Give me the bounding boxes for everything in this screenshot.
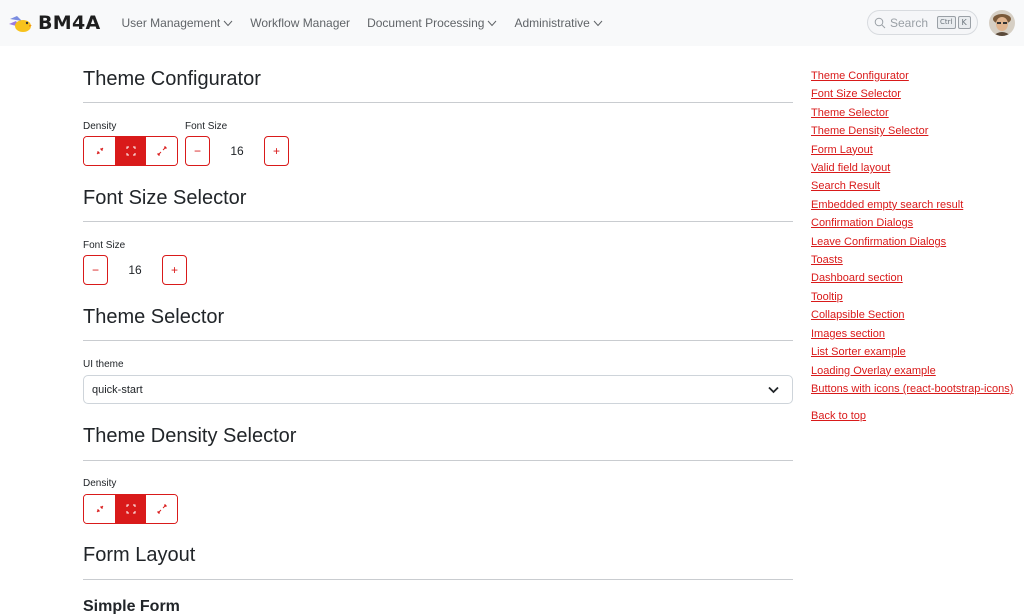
font-size-label: Font Size	[83, 240, 126, 251]
density-spacious-button[interactable]	[146, 137, 177, 165]
brand[interactable]: BM4A	[8, 12, 101, 34]
toc-link-theme-configurator[interactable]: Theme Configurator	[811, 67, 1016, 85]
density-normal-button[interactable]	[115, 495, 146, 523]
decrement-button[interactable]: −	[185, 136, 210, 166]
density-compact-button[interactable]	[84, 495, 115, 523]
search-label: Search	[890, 15, 929, 30]
section-title-theme-density-selector: Theme Density Selector	[83, 425, 297, 447]
brand-name: BM4A	[38, 12, 101, 34]
avatar-image	[989, 10, 1015, 36]
nav-item-label: Document Processing	[367, 16, 485, 30]
toc-link-embedded-empty-search-result[interactable]: Embedded empty search result	[811, 196, 1016, 214]
divider	[83, 221, 793, 222]
toc-link-search-result[interactable]: Search Result	[811, 177, 1016, 195]
nav-item-label: User Management	[121, 16, 221, 30]
font-size-stepper: − 16 +	[185, 136, 289, 166]
toc-link-buttons-with-icons[interactable]: Buttons with icons (react-bootstrap-icon…	[811, 380, 1016, 398]
font-size-value[interactable]: 16	[108, 263, 162, 277]
subsection-title-simple-form: Simple Form	[83, 598, 180, 614]
font-size-value[interactable]: 16	[210, 144, 264, 158]
toc-link-form-layout[interactable]: Form Layout	[811, 141, 1016, 159]
increment-button[interactable]: +	[264, 136, 289, 166]
fullscreen-icon	[126, 504, 135, 514]
toc-link-images-section[interactable]: Images section	[811, 325, 1016, 343]
nav-workflow-manager[interactable]: Workflow Manager	[250, 16, 350, 30]
back-to-top-link[interactable]: Back to top	[811, 410, 1016, 422]
toc-link-theme-density-selector[interactable]: Theme Density Selector	[811, 122, 1016, 140]
section-title-font-size-selector: Font Size Selector	[83, 187, 247, 209]
divider	[83, 340, 793, 341]
arrows-expand-icon	[157, 504, 166, 514]
divider	[83, 579, 793, 580]
nav-document-processing[interactable]: Document Processing	[367, 16, 497, 30]
table-of-contents: Theme Configurator Font Size Selector Th…	[811, 67, 1016, 422]
section-title-theme-selector: Theme Selector	[83, 306, 225, 328]
font-size-label: Font Size	[185, 121, 228, 132]
density-selector	[83, 494, 178, 524]
top-navbar: BM4A User Management Workflow Manager Do…	[0, 0, 1024, 46]
toc-link-dashboard-section[interactable]: Dashboard section	[811, 269, 1016, 287]
arrows-expand-icon	[157, 146, 166, 156]
main-nav: User Management Workflow Manager Documen…	[122, 16, 620, 30]
toc-link-toasts[interactable]: Toasts	[811, 251, 1016, 269]
chevron-down-icon	[488, 20, 497, 26]
shortcut-k-key: K	[957, 16, 971, 29]
user-avatar[interactable]	[989, 10, 1015, 36]
toc-link-tooltip[interactable]: Tooltip	[811, 288, 1016, 306]
chevron-down-icon	[223, 20, 233, 26]
density-compact-button[interactable]	[84, 137, 115, 165]
decrement-button[interactable]: −	[83, 255, 108, 285]
search-button[interactable]: Search Ctrl K	[867, 10, 978, 35]
ui-theme-select[interactable]: quick-start	[83, 375, 793, 404]
density-label: Density	[83, 478, 117, 489]
ui-theme-value: quick-start	[92, 383, 143, 396]
shortcut-ctrl-key: Ctrl	[937, 16, 956, 29]
toc-link-collapsible-section[interactable]: Collapsible Section	[811, 306, 1016, 324]
nav-item-label: Workflow Manager	[250, 16, 351, 30]
density-selector	[83, 136, 178, 166]
nav-item-label: Administrative	[514, 16, 590, 30]
divider	[83, 102, 793, 103]
arrows-collapse-icon	[96, 147, 103, 155]
toc-link-leave-confirmation-dialogs[interactable]: Leave Confirmation Dialogs	[811, 233, 1016, 251]
search-icon	[874, 17, 886, 28]
divider	[83, 460, 793, 461]
ui-theme-label: UI theme	[83, 359, 124, 370]
font-size-stepper: − 16 +	[83, 255, 187, 285]
nav-user-management[interactable]: User Management	[122, 16, 234, 30]
bm4a-logo-icon	[9, 16, 32, 32]
density-normal-button[interactable]	[115, 137, 146, 165]
section-title-theme-configurator: Theme Configurator	[83, 68, 261, 90]
chevron-down-icon	[593, 20, 603, 26]
toc-link-loading-overlay-example[interactable]: Loading Overlay example	[811, 362, 1016, 380]
density-label: Density	[83, 121, 117, 132]
toc-link-theme-selector[interactable]: Theme Selector	[811, 104, 1016, 122]
fullscreen-icon	[126, 146, 135, 156]
arrows-collapse-icon	[96, 505, 103, 513]
toc-link-confirmation-dialogs[interactable]: Confirmation Dialogs	[811, 214, 1016, 232]
chevron-down-icon	[768, 386, 779, 394]
nav-administrative[interactable]: Administrative	[514, 16, 603, 30]
toc-link-list-sorter-example[interactable]: List Sorter example	[811, 343, 1016, 361]
increment-button[interactable]: +	[162, 255, 187, 285]
toc-link-valid-field-layout[interactable]: Valid field layout	[811, 159, 1016, 177]
toc-link-font-size-selector[interactable]: Font Size Selector	[811, 85, 1016, 103]
density-spacious-button[interactable]	[146, 495, 177, 523]
section-title-form-layout: Form Layout	[83, 544, 196, 566]
